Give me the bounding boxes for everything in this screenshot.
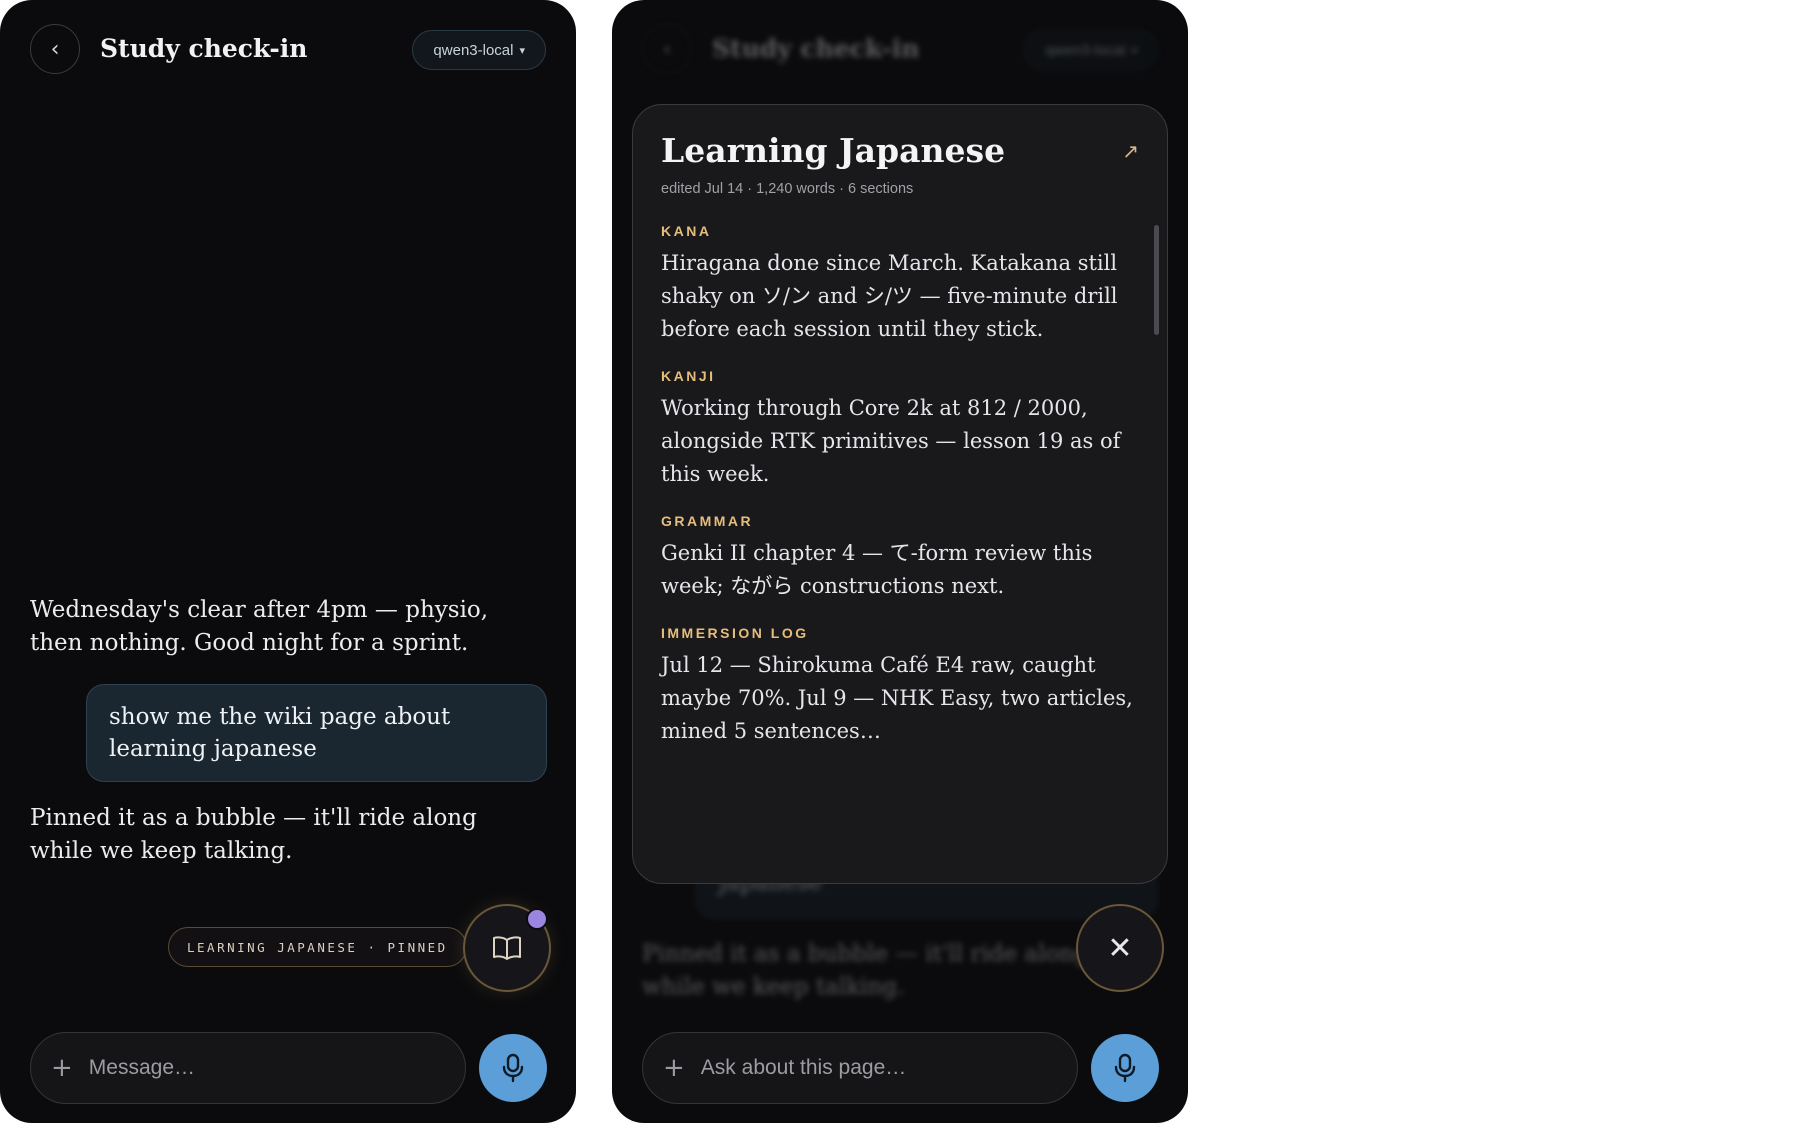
- caret-down-icon: ▾: [1131, 43, 1137, 57]
- section-label: KANJI: [661, 368, 716, 384]
- mic-button[interactable]: [479, 1034, 547, 1102]
- page-question-composer: +: [642, 1032, 1078, 1104]
- wiki-title: Learning Japanese: [661, 131, 1006, 170]
- wiki-meta: edited Jul 14 · 1,240 words · 6 sections: [661, 181, 914, 197]
- chat-header: ‹ Study check-in qwen3-local ▾: [0, 0, 576, 100]
- back-button: ‹: [642, 24, 692, 74]
- plus-icon[interactable]: +: [663, 1053, 685, 1083]
- close-icon: ✕: [1107, 930, 1133, 966]
- assistant-message: Pinned it as a bubble — it'll ride along…: [30, 805, 477, 864]
- back-button[interactable]: ‹: [30, 24, 80, 74]
- pinned-page-pill[interactable]: LEARNING JAPANESE · PINNED: [168, 927, 467, 967]
- pinned-label: LEARNING JAPANESE · PINNED: [187, 939, 448, 955]
- notification-dot: [526, 908, 548, 930]
- section-label: KANA: [661, 223, 712, 239]
- message-composer: +: [30, 1032, 466, 1104]
- assistant-message: Wednesday's clear after 4pm — physio, th…: [30, 597, 489, 656]
- message-input[interactable]: [86, 1055, 438, 1081]
- page-question-input[interactable]: [698, 1055, 1050, 1081]
- open-external-icon[interactable]: ↗: [1122, 139, 1139, 163]
- caret-down-icon: ▾: [519, 43, 525, 57]
- model-selector[interactable]: qwen3-local ▾: [412, 30, 546, 70]
- section-body: Hiragana done since March. Katakana stil…: [661, 251, 1118, 341]
- section-body: Working through Core 2k at 812 / 2000, a…: [661, 396, 1121, 486]
- plus-icon[interactable]: +: [51, 1053, 73, 1083]
- microphone-icon: [502, 1053, 524, 1083]
- page-title: Study check-in: [712, 34, 920, 63]
- page-title: Study check-in: [100, 34, 308, 63]
- model-selector: qwen3-local ▾: [1024, 30, 1158, 70]
- chevron-left-icon: ‹: [662, 36, 672, 62]
- model-name: qwen3-local: [1045, 41, 1126, 59]
- chevron-left-icon: ‹: [50, 36, 60, 62]
- book-icon: [493, 936, 521, 960]
- section-body: Jul 12 — Shirokuma Café E4 raw, caught m…: [661, 653, 1133, 743]
- section-label: IMMERSION LOG: [661, 625, 809, 641]
- section-label: GRAMMAR: [661, 513, 754, 529]
- chat-screen: ‹ Study check-in qwen3-local ▾ Wednesday…: [0, 0, 576, 1123]
- model-name: qwen3-local: [433, 41, 514, 59]
- user-message: show me the wiki page about learning jap…: [86, 684, 547, 782]
- wiki-overlay-screen: ‹ Study check-in qwen3-local ▾ japanese …: [612, 0, 1188, 1123]
- scrollbar[interactable]: [1154, 225, 1159, 335]
- mic-button[interactable]: [1091, 1034, 1159, 1102]
- close-button[interactable]: ✕: [1076, 904, 1164, 992]
- section-body: Genki II chapter 4 — て-form review this …: [661, 541, 1093, 598]
- microphone-icon: [1114, 1053, 1136, 1083]
- wiki-page-card: Learning Japanese ↗ edited Jul 14 · 1,24…: [632, 104, 1168, 884]
